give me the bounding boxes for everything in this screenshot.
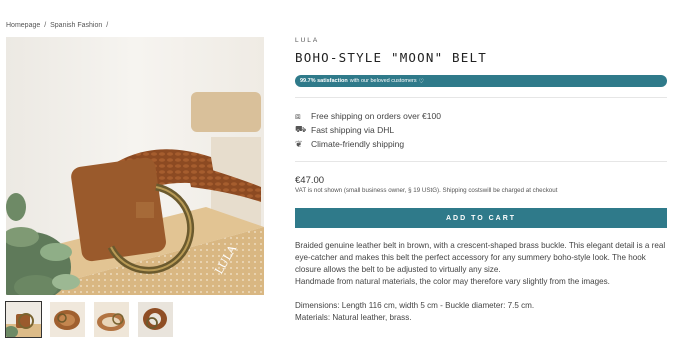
product-title: BOHO-STYLE "MOON" BELT	[295, 50, 487, 65]
breadcrumb-home[interactable]: Homepage	[6, 22, 40, 29]
feature-label: Fast shipping via DHL	[311, 125, 395, 135]
truck-icon: ⛟	[295, 124, 307, 134]
heart-icon: ♡	[418, 78, 425, 85]
feature-free-shipping: ⧈ Free shipping on orders over €100	[295, 109, 441, 123]
satisfaction-percent: 99.7% satisfaction	[300, 78, 348, 84]
feature-fast-shipping: ⛟ Fast shipping via DHL	[295, 123, 441, 137]
shipping-features: ⧈ Free shipping on orders over €100 ⛟ Fa…	[295, 109, 441, 151]
breadcrumb-separator: /	[106, 22, 109, 29]
description-note: Handmade from natural materials, the col…	[295, 277, 610, 286]
satisfaction-text: with our beloved customers	[349, 78, 417, 84]
feature-climate-shipping: ❦ Climate-friendly shipping	[295, 137, 441, 151]
satisfaction-badge: 99.7% satisfaction with our beloved cust…	[295, 75, 667, 87]
product-materials: Materials: Natural leather, brass.	[295, 313, 412, 322]
product-price: €47.00	[295, 175, 325, 186]
product-description: Braided genuine leather belt in brown, w…	[295, 240, 667, 324]
product-brand[interactable]: LULA	[295, 37, 667, 44]
breadcrumb-category[interactable]: Spanish Fashion	[50, 22, 102, 29]
product-dimensions: Dimensions: Length 116 cm, width 5 cm - …	[295, 301, 535, 310]
divider	[295, 161, 667, 162]
add-to-cart-button[interactable]: ADD TO CART	[295, 208, 667, 228]
product-info: LULA BOHO-STYLE "MOON" BELT 99.7% satisf…	[295, 37, 667, 322]
breadcrumb: Homepage / Spanish Fashion /	[6, 22, 110, 29]
thumbnail-1[interactable]	[5, 301, 42, 338]
thumbnail-3[interactable]	[94, 302, 129, 337]
leaf-icon: ❦	[295, 138, 303, 149]
product-main-image[interactable]: LULA	[6, 37, 264, 295]
breadcrumb-separator: /	[44, 22, 47, 29]
thumbnail-4[interactable]	[138, 302, 173, 337]
divider	[295, 97, 667, 98]
package-icon: ⧈	[295, 110, 301, 121]
vat-note: VAT is not shown (small business owner, …	[295, 187, 558, 194]
feature-label: Climate-friendly shipping	[311, 139, 405, 149]
thumbnail-2[interactable]	[50, 302, 85, 337]
feature-label: Free shipping on orders over €100	[311, 111, 441, 121]
description-text: Braided genuine leather belt in brown, w…	[295, 241, 666, 274]
